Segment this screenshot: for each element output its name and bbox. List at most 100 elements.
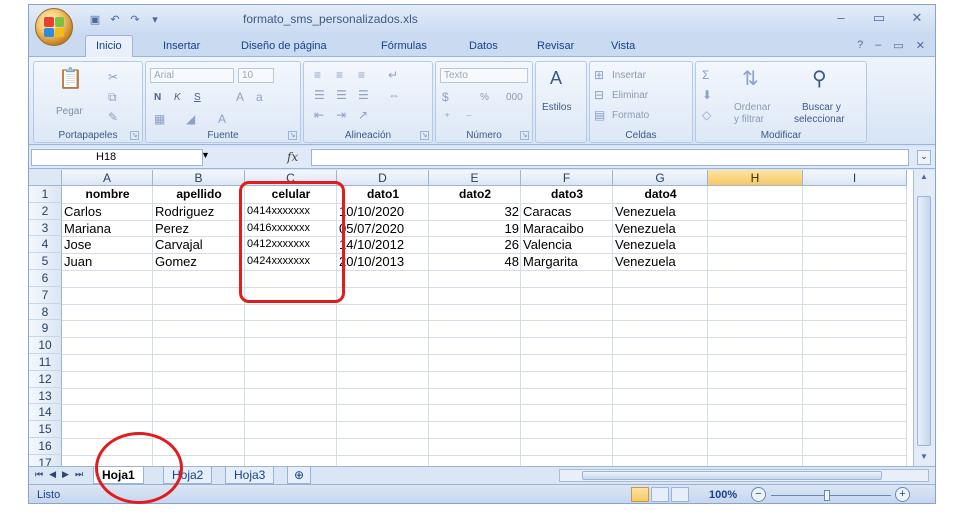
currency-icon[interactable]: $: [442, 90, 449, 104]
number-format-select[interactable]: Texto: [440, 68, 528, 83]
zoom-out-button[interactable]: −: [751, 487, 766, 502]
alignment-launcher-icon[interactable]: ↘: [420, 131, 429, 140]
tab-diseno-pagina[interactable]: Diseño de página: [241, 40, 327, 52]
close-button[interactable]: ✕: [907, 10, 927, 26]
column-header-h[interactable]: H: [708, 170, 803, 186]
column-header-d[interactable]: D: [337, 170, 429, 186]
column-header-e[interactable]: E: [429, 170, 521, 186]
scroll-up-icon[interactable]: ▲: [917, 172, 931, 184]
data-cell[interactable]: Mariana: [62, 220, 153, 237]
formula-input[interactable]: [311, 149, 909, 166]
header-cell-dato4[interactable]: dato4: [613, 186, 708, 203]
row-header-9[interactable]: 9: [29, 320, 62, 338]
data-cell[interactable]: 14/10/2012: [337, 236, 429, 253]
column-header-i[interactable]: I: [803, 170, 907, 186]
fill-color-icon[interactable]: ◢: [186, 112, 195, 126]
next-sheet-icon[interactable]: ▶: [62, 469, 69, 480]
redo-icon[interactable]: ↷: [127, 12, 143, 27]
underline-button[interactable]: S: [194, 92, 201, 103]
zoom-slider-track[interactable]: [771, 495, 891, 496]
data-cell[interactable]: Juan: [62, 253, 153, 270]
find-select-icon[interactable]: ⚲: [812, 66, 827, 91]
data-cell[interactable]: Carlos: [62, 203, 153, 220]
worksheet-grid[interactable]: A B C D E F G H I 1 2 3 4 5 6 7 8 9 10 11 12 13 14 15 16 17 nombre…: [29, 170, 913, 466]
tab-inicio[interactable]: Inicio: [85, 35, 133, 57]
zoom-in-button[interactable]: +: [895, 487, 910, 502]
row-header-8[interactable]: 8: [29, 303, 62, 321]
format-cells-button[interactable]: Formato: [612, 110, 649, 121]
horizontal-scrollbar[interactable]: [559, 469, 929, 482]
ribbon-restore-icon[interactable]: ▭: [893, 39, 903, 52]
data-cell[interactable]: Venezuela: [613, 253, 708, 270]
help-icon[interactable]: ?: [857, 39, 863, 52]
insert-cells-button[interactable]: Insertar: [612, 70, 646, 81]
vertical-scrollbar[interactable]: ▲ ▼: [913, 170, 935, 466]
normal-view-button[interactable]: [631, 487, 649, 502]
horizontal-scroll-thumb[interactable]: [582, 471, 882, 480]
find-button[interactable]: Buscar y: [802, 102, 841, 113]
delete-cells-icon[interactable]: ⊟: [594, 88, 604, 102]
data-cell[interactable]: Venezuela: [613, 203, 708, 220]
row-header-10[interactable]: 10: [29, 337, 62, 354]
data-cell[interactable]: Valencia: [521, 236, 613, 253]
delete-cells-button[interactable]: Eliminar: [612, 90, 648, 101]
name-box-dropdown-icon[interactable]: ▼: [201, 150, 210, 160]
data-cell[interactable]: 20/10/2013: [337, 253, 429, 270]
increase-decimal-icon[interactable]: ⁺: [444, 110, 450, 124]
data-cell[interactable]: 19: [429, 220, 521, 237]
row-header-5[interactable]: 5: [29, 253, 62, 270]
row-header-14[interactable]: 14: [29, 404, 62, 422]
cut-icon[interactable]: ✂: [108, 70, 118, 84]
data-cell[interactable]: 32: [429, 203, 521, 220]
tab-vista[interactable]: Vista: [611, 40, 635, 52]
row-header-4[interactable]: 4: [29, 236, 62, 254]
styles-icon[interactable]: A: [550, 68, 562, 89]
align-right-icon[interactable]: ☰: [358, 88, 369, 102]
header-cell-dato1[interactable]: dato1: [337, 186, 429, 203]
align-bottom-icon[interactable]: ≡: [358, 68, 365, 82]
tab-datos[interactable]: Datos: [469, 40, 498, 52]
undo-icon[interactable]: ↶: [107, 12, 123, 27]
zoom-level[interactable]: 100%: [709, 489, 737, 501]
decrease-indent-icon[interactable]: ⇤: [314, 108, 324, 122]
italic-button[interactable]: K: [174, 92, 181, 103]
data-cell[interactable]: Venezuela: [613, 236, 708, 253]
vertical-scroll-thumb[interactable]: [917, 196, 931, 446]
wrap-text-icon[interactable]: ↵: [388, 68, 398, 82]
data-cell[interactable]: Caracas: [521, 203, 613, 220]
ribbon-close-icon[interactable]: ✕: [916, 39, 925, 52]
minimize-button[interactable]: –: [831, 10, 851, 26]
insert-cells-icon[interactable]: ⊞: [594, 68, 604, 82]
bold-button[interactable]: N: [154, 92, 161, 103]
font-size-select[interactable]: 10: [238, 68, 274, 83]
increase-indent-icon[interactable]: ⇥: [336, 108, 346, 122]
styles-button[interactable]: Estilos: [542, 102, 571, 113]
copy-icon[interactable]: ⧉: [108, 90, 117, 105]
insert-function-button[interactable]: fx: [287, 150, 298, 164]
office-button[interactable]: [35, 8, 73, 46]
row-header-2[interactable]: 2: [29, 202, 62, 220]
row-header-13[interactable]: 13: [29, 387, 62, 405]
format-cells-icon[interactable]: ▤: [594, 108, 605, 122]
paste-icon[interactable]: 📋: [58, 66, 83, 91]
column-header-b[interactable]: B: [153, 170, 245, 186]
decrease-decimal-icon[interactable]: ⁻: [466, 110, 472, 124]
sheet-tab-hoja3[interactable]: Hoja3: [225, 467, 275, 484]
first-sheet-icon[interactable]: ⏮: [35, 469, 43, 480]
font-color-icon[interactable]: A: [218, 112, 226, 126]
grow-font-icon[interactable]: A: [236, 90, 244, 104]
thousands-button[interactable]: 000: [506, 92, 523, 103]
row-header-15[interactable]: 15: [29, 421, 62, 438]
number-launcher-icon[interactable]: ↘: [520, 131, 529, 140]
column-header-g[interactable]: G: [613, 170, 708, 186]
header-cell-apellido[interactable]: apellido: [153, 186, 245, 203]
expand-formula-bar-icon[interactable]: ⌄: [917, 150, 931, 165]
page-break-view-button[interactable]: [671, 487, 689, 502]
row-header-3[interactable]: 3: [29, 219, 62, 237]
clipboard-launcher-icon[interactable]: ↘: [130, 131, 139, 140]
align-left-icon[interactable]: ☰: [314, 88, 325, 102]
page-layout-view-button[interactable]: [651, 487, 669, 502]
data-cell[interactable]: 48: [429, 253, 521, 270]
zoom-slider-thumb[interactable]: [824, 490, 830, 501]
row-header-11[interactable]: 11: [29, 354, 62, 371]
